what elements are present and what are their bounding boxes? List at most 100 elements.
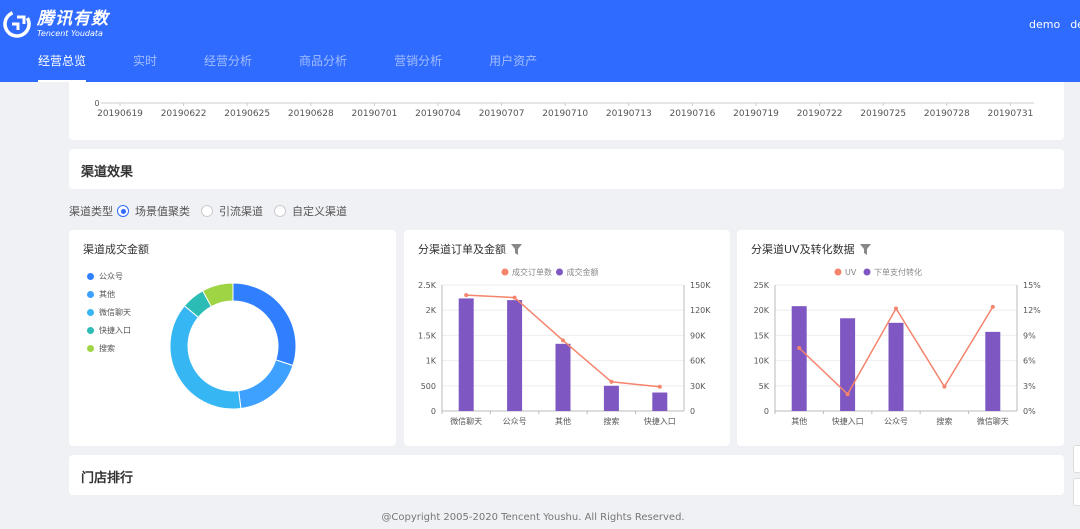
trend-chart-card: 0 20190619 20190622 20190625 20190628 201907… [69,82,1064,140]
y-right-tick-label: 12% [1023,306,1041,315]
uv-conversion-chart: UV 下单支付转化 0 5K 10K 15K 20K 25K 0% 3% 6% 9% 12% 15% 其他 快… [754,267,1042,426]
line-point[interactable] [657,384,662,389]
y-right-tick-label: 120K [690,306,711,315]
x-tick-label: 公众号 [503,417,527,426]
y-left-tick-label: 15K [754,331,770,340]
line-point[interactable] [894,306,898,311]
main-nav: 经营总览 实时 经营分析 商品分析 营销分析 用户资产 [38,52,584,82]
bar-mark[interactable] [603,385,619,411]
trend-x-tick-label: 20190707 [479,109,525,119]
trend-x-tick-label: 20190731 [987,109,1033,119]
trend-x-tick-label: 20190628 [288,109,334,119]
username-extra: de [1070,18,1080,31]
legend-label: 快捷入口 [99,325,131,335]
donut-slice[interactable] [183,290,212,319]
trend-x-tick-label: 20190725 [860,109,906,119]
y-left-tick-label: 0 [431,407,436,416]
donut-legend-item[interactable]: 微信聊天 [87,303,131,321]
radio-scene-cluster[interactable]: 场景值聚类 [117,203,190,219]
radio-traffic-channel[interactable]: 引流渠道 [201,203,263,219]
bar-mark[interactable] [652,392,668,411]
x-tick-label: 快捷入口 [644,416,676,426]
legend-label: 微信聊天 [99,307,131,317]
nav-tab-marketing-analysis[interactable]: 营销分析 [394,52,442,82]
line-point[interactable] [942,384,947,389]
line-point[interactable] [845,392,850,397]
trend-y-zero-label: 0 [94,99,99,108]
legend-dot-icon [87,308,94,316]
nav-tab-realtime[interactable]: 实时 [133,52,157,82]
donut-legend: 公众号其他微信聊天快捷入口搜索 [87,267,131,357]
bar-mark[interactable] [507,300,523,411]
legend-dot-icon [87,272,94,280]
line-point[interactable] [561,338,565,343]
brand-logo[interactable]: 腾讯有数 Tencent Youdata [3,10,109,38]
trend-x-tick-label: 20190719 [733,109,779,119]
radio-unchecked-icon [201,205,213,217]
donut-slice[interactable] [169,305,242,410]
trend-x-tick-label: 20190622 [161,109,207,119]
y-left-tick-label: 2K [426,306,437,315]
y-right-tick-label: 6% [1023,357,1036,366]
trend-x-tick-label: 20190728 [924,109,970,119]
line-point[interactable] [990,304,995,309]
bar-mark[interactable] [458,298,474,411]
donut-slice[interactable] [232,282,297,367]
channel-type-label: 渠道类型 [69,205,113,218]
legend-dot-icon [501,268,509,276]
donut-legend-item[interactable]: 快捷入口 [87,321,131,339]
legend-label: 其他 [99,289,115,299]
y-right-tick-label: 15% [1023,281,1041,290]
y-left-tick-label: 1.5K [418,331,437,340]
bar-mark[interactable] [840,318,856,411]
donut-slice[interactable] [201,282,234,308]
logo-icon [3,10,31,38]
line-point[interactable] [609,379,614,384]
x-tick-label: 搜索 [603,416,619,426]
side-float-tab[interactable] [1073,445,1080,473]
line-point[interactable] [797,346,802,350]
donut-legend-item[interactable]: 其他 [87,285,131,303]
user-menu[interactable]: demode [1029,18,1080,31]
nav-tab-business-analysis[interactable]: 经营分析 [204,52,252,82]
channel-type-filter: 渠道类型 场景值聚类 引流渠道 自定义渠道 [69,203,358,219]
y-right-tick-label: 90K [690,331,706,340]
y-left-tick-label: 1K [426,357,437,366]
x-tick-label: 搜索 [936,416,952,426]
nav-tab-product-analysis[interactable]: 商品分析 [299,52,347,82]
legend-label: 成交金额 [567,267,599,277]
donut-legend-item[interactable]: 搜索 [87,339,131,357]
orders-amount-chart: 成交订单数 成交金额 0 500 1K 1.5K 2K 2.5K 0 30K 60K 90K 120K 1… [418,267,711,426]
legend-dot-icon [834,268,842,276]
legend-dot-icon [87,344,94,352]
store-ranking-header: 门店排行 [69,455,1064,495]
bar-mark[interactable] [985,331,1001,411]
side-float-tab[interactable] [1073,478,1080,506]
y-left-tick-label: 25K [754,281,770,290]
line-point[interactable] [464,293,469,298]
x-tick-label: 微信聊天 [450,416,482,426]
bar-mark[interactable] [888,322,904,411]
x-tick-label: 快捷入口 [832,416,864,426]
legend-label: 搜索 [99,343,115,353]
y-right-tick-label: 0% [1023,407,1036,416]
bar-mark[interactable] [555,343,571,411]
y-right-tick-label: 30K [690,382,706,391]
trend-x-axis: 0 20190619 20190622 20190625 20190628 201907… [94,99,1034,119]
radio-custom-channel[interactable]: 自定义渠道 [274,203,347,219]
bar-mark[interactable] [791,306,807,411]
y-left-tick-label: 20K [754,306,770,315]
donut-slice[interactable] [238,359,294,410]
trend-x-tick-label: 20190716 [669,109,715,119]
trend-x-tick-label: 20190704 [415,109,461,119]
y-left-tick-label: 10K [754,357,770,366]
radio-label: 自定义渠道 [292,205,347,218]
donut-legend-item[interactable]: 公众号 [87,267,131,285]
trend-x-tick-label: 20190701 [351,109,397,119]
x-tick-label: 其他 [555,416,571,426]
line-point[interactable] [512,295,517,300]
x-tick-label: 其他 [791,416,807,426]
trend-x-tick-label: 20190625 [224,109,270,119]
nav-tab-user-assets[interactable]: 用户资产 [489,52,537,82]
nav-tab-overview[interactable]: 经营总览 [38,52,87,82]
